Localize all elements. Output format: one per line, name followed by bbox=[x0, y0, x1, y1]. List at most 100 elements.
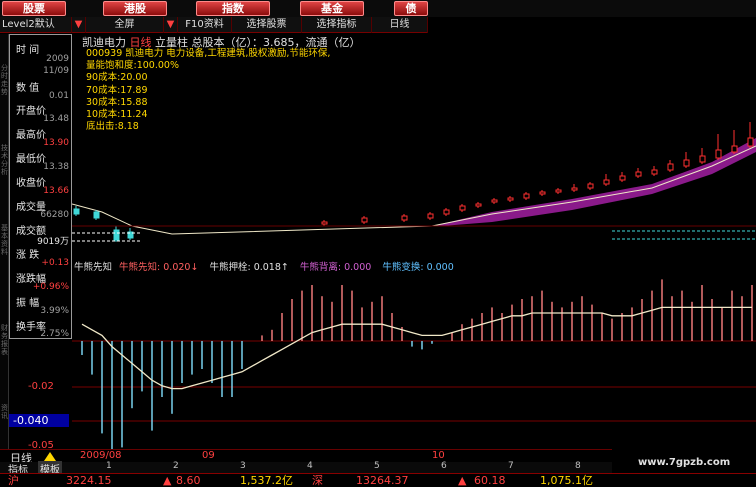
low-value: 13.38 bbox=[43, 162, 69, 172]
turnover-value: 2.75% bbox=[40, 329, 69, 339]
stock-info-overlay: 000939 凯迪电力 电力设备,工程建筑,股权激励,节能环保, 量能饱和度:1… bbox=[86, 48, 330, 133]
x-axis: 日线 2009/08 09 10 bbox=[0, 449, 612, 465]
close-value: 13.66 bbox=[43, 186, 69, 196]
amplitude-value: 3.99% bbox=[40, 306, 69, 316]
high-value: 13.90 bbox=[43, 138, 69, 148]
number-tab[interactable]: 7 bbox=[508, 461, 514, 471]
time-label: 时 间 bbox=[16, 45, 40, 56]
secondary-toolbar: Level2默认 ▼ 全屏 ▼ F10资料 选择股票 选择指标 日线 bbox=[0, 17, 428, 33]
sz-label: 深 bbox=[312, 474, 323, 487]
select-indicator-button[interactable]: 选择指标 bbox=[302, 17, 372, 33]
close-label: 收盘价 bbox=[16, 178, 46, 189]
bottom-strike: 底出击:8.18 bbox=[86, 121, 139, 133]
number-tab[interactable]: 5 bbox=[374, 461, 380, 471]
candle-body bbox=[321, 221, 328, 225]
number-tab[interactable]: 3 bbox=[240, 461, 246, 471]
chevron-down-icon[interactable]: ▼ bbox=[164, 17, 178, 33]
cost-10: 10成本:11.24 bbox=[86, 109, 148, 121]
candle-body bbox=[475, 203, 482, 207]
candle-body bbox=[731, 145, 738, 153]
candle-body bbox=[683, 159, 690, 167]
quote-info-panel: 时 间 2009 11/09 数 值 0.01 开盘价 13.48 最高价 13… bbox=[9, 34, 72, 339]
candle-body bbox=[443, 209, 450, 215]
cost-fill-area bbox=[432, 138, 756, 226]
indicator-chart[interactable] bbox=[72, 271, 756, 449]
daily-button[interactable]: 日线 bbox=[372, 17, 428, 33]
number-tab[interactable]: 4 bbox=[307, 461, 313, 471]
tab-bonds[interactable]: 债 bbox=[394, 1, 428, 16]
pct-value: +0.96% bbox=[32, 282, 69, 292]
candle-body bbox=[571, 187, 578, 191]
candle-body bbox=[427, 213, 434, 219]
watermark: www.7gpzb.com bbox=[638, 457, 731, 468]
candle-body bbox=[635, 171, 642, 177]
sh-label: 沪 bbox=[8, 474, 19, 487]
vertical-tab[interactable]: 基本资料 bbox=[0, 224, 9, 256]
candle-body bbox=[73, 208, 80, 215]
candle-body bbox=[491, 199, 498, 203]
triangle-up-icon: ▲ bbox=[458, 474, 467, 487]
open-label: 开盘价 bbox=[16, 106, 46, 117]
market-status-bar: 沪 3224.15 ▲ 8.60 1,537.2亿 深 13264.37 ▲ 6… bbox=[0, 473, 756, 487]
candle-body bbox=[699, 155, 706, 163]
sz-index: 13264.37 bbox=[356, 474, 409, 487]
number-tab[interactable]: 6 bbox=[441, 461, 447, 471]
candle-body bbox=[113, 229, 120, 241]
tab-stocks[interactable]: 股票 bbox=[2, 1, 66, 16]
value-label: 数 值 bbox=[16, 83, 40, 94]
number-tab[interactable]: 1 bbox=[106, 461, 112, 471]
triangle-up-icon[interactable] bbox=[44, 452, 56, 461]
time-date: 11/09 bbox=[43, 66, 69, 76]
number-tab[interactable]: 2 bbox=[173, 461, 179, 471]
sh-index: 3224.15 bbox=[66, 474, 112, 487]
tab-hk-stocks[interactable]: 港股 bbox=[103, 1, 167, 16]
candle-body bbox=[539, 191, 546, 195]
change-label: 涨 跌 bbox=[16, 250, 40, 261]
sh-change: 8.60 bbox=[176, 474, 201, 487]
open-value: 13.48 bbox=[43, 114, 69, 124]
info-overlay-bg bbox=[427, 34, 756, 112]
candle-body bbox=[587, 183, 594, 189]
candle-body bbox=[361, 217, 368, 223]
indicator-header: 牛熊先知 牛熊先知: 0.020↓ 牛熊押栓: 0.018↑ 牛熊背离: 0.0… bbox=[72, 259, 756, 273]
sz-change: 60.18 bbox=[474, 474, 506, 487]
volume-value: 66280 bbox=[40, 210, 69, 220]
sz-amount: 1,075.1亿 bbox=[540, 474, 593, 487]
tab-funds[interactable]: 基金 bbox=[300, 1, 364, 16]
low-label: 最低价 bbox=[16, 154, 46, 165]
amount-value: 9019万 bbox=[37, 237, 69, 247]
high-label: 最高价 bbox=[16, 130, 46, 141]
vertical-tab[interactable]: 分时走势 bbox=[0, 64, 9, 96]
candle-body bbox=[507, 197, 514, 201]
candle-body bbox=[747, 137, 754, 147]
x-label: 09 bbox=[202, 450, 215, 461]
candle-body bbox=[667, 163, 674, 171]
f10-info-button[interactable]: F10资料 bbox=[178, 17, 232, 33]
tab-index[interactable]: 指数 bbox=[196, 1, 270, 16]
time-year: 2009 bbox=[46, 54, 69, 64]
chevron-down-icon[interactable]: ▼ bbox=[72, 17, 86, 33]
saturation: 量能饱和度:100.00% bbox=[86, 60, 179, 72]
sh-amount: 1,537.2亿 bbox=[240, 474, 293, 487]
vertical-tab[interactable]: 技术分析 bbox=[0, 144, 9, 176]
cost-90: 90成本:20.00 bbox=[86, 72, 148, 84]
candle-body bbox=[459, 205, 466, 211]
template-tabs: 指标 模板 1 2 3 4 5 6 7 8 bbox=[0, 461, 612, 476]
value: 0.01 bbox=[48, 91, 69, 101]
candle-body bbox=[555, 189, 562, 193]
select-stock-button[interactable]: 选择股票 bbox=[232, 17, 302, 33]
candle-body bbox=[523, 193, 530, 199]
fullscreen-button[interactable]: 全屏 bbox=[86, 17, 164, 33]
level2-selector[interactable]: Level2默认 bbox=[0, 17, 72, 33]
top-menu-bar: 股票 港股 指数 基金 债 bbox=[0, 0, 756, 17]
amplitude-label: 振 幅 bbox=[16, 298, 40, 309]
candle-body bbox=[651, 169, 658, 175]
candle-body bbox=[93, 211, 100, 219]
stock-desc: 000939 凯迪电力 电力设备,工程建筑,股权激励,节能环保, bbox=[86, 48, 331, 59]
change-value: +0.13 bbox=[41, 258, 69, 268]
candle-body bbox=[619, 175, 626, 181]
candle-body bbox=[401, 215, 408, 221]
number-tab[interactable]: 8 bbox=[575, 461, 581, 471]
y-axis: -0.02 -0.040 -0.05 bbox=[0, 339, 72, 451]
cost-70: 70成本:17.89 bbox=[86, 84, 148, 96]
